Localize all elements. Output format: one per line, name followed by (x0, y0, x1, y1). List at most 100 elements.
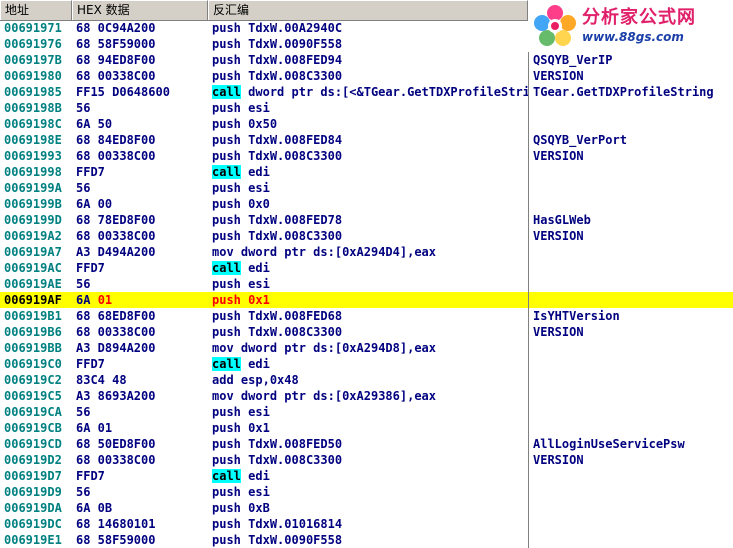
address-cell: 006919AC (4, 261, 62, 275)
disasm-cell: push TdxW.0090F558 (208, 532, 528, 548)
table-row[interactable]: 006919D7 FFD7 call edi (0, 468, 733, 484)
hex-bytes: 6A 00 (76, 197, 113, 211)
table-row[interactable]: 006919B6 68 00338C00 push TdxW.008C3300 VER… (0, 324, 733, 340)
disasm-cell: push esi (208, 484, 528, 500)
operand: TdxW.008FED94 (248, 53, 343, 67)
header-disasm[interactable]: 反汇编 (208, 0, 528, 20)
hex-bytes: 68 00338C00 (76, 229, 156, 243)
comment-cell (528, 244, 733, 260)
table-row[interactable]: 0069198C 6A 50 push 0x50 (0, 116, 733, 132)
comment-cell (528, 532, 733, 548)
disasm-cell: push TdxW.008C3300 (208, 324, 528, 340)
table-row-selected[interactable]: 006919AF 6A 01 push 0x1 (0, 292, 733, 308)
comment-cell: QSQYB_VerIP (528, 52, 733, 68)
table-row[interactable]: 00691998 FFD7 call edi (0, 164, 733, 180)
table-row[interactable]: 0069198E 68 84ED8F00 push TdxW.008FED84 QSQ… (0, 132, 733, 148)
hex-bytes: A3 D494A200 (76, 245, 156, 259)
table-row[interactable]: 006919A7 A3 D494A200 mov dword ptr ds:[0xA… (0, 244, 733, 260)
disasm-cell: push TdxW.008FED78 (208, 212, 528, 228)
table-row[interactable]: 006919C2 83C4 48 add esp,0x48 (0, 372, 733, 388)
table-row[interactable]: 006919CB 6A 01 push 0x1 (0, 420, 733, 436)
header-address[interactable]: 地址 (0, 0, 72, 20)
hex-cell: FFD7 (72, 164, 208, 180)
mnemonic: push (212, 213, 241, 227)
table-row[interactable]: 006919AC FFD7 call edi (0, 260, 733, 276)
mnemonic: add (212, 373, 234, 387)
operand: TdxW.008C3300 (248, 453, 343, 467)
hex-cell: 68 00338C00 (72, 452, 208, 468)
disasm-cell: push TdxW.008FED50 (208, 436, 528, 452)
hex-cell: 68 00338C00 (72, 68, 208, 84)
header-hex[interactable]: HEX 数据 (72, 0, 208, 20)
comment-cell (528, 164, 733, 180)
hex-bytes: 68 14680101 (76, 517, 156, 531)
hex-bytes: 68 58F59000 (76, 37, 156, 51)
address-cell: 006919DC (4, 517, 62, 531)
address-cell: 006919BB (4, 341, 62, 355)
mnemonic: push (212, 133, 241, 147)
address-cell: 006919C5 (4, 389, 62, 403)
table-row[interactable]: 00691993 68 00338C00 push TdxW.008C3300 VER… (0, 148, 733, 164)
table-row[interactable]: 006919DC 68 14680101 push TdxW.01016814 (0, 516, 733, 532)
table-row[interactable]: 006919C5 A3 8693A200 mov dword ptr ds:[0xA… (0, 388, 733, 404)
mnemonic: push (212, 325, 241, 339)
disasm-cell: call edi (208, 356, 528, 372)
address-cell: 00691971 (4, 21, 62, 35)
mnemonic: push (212, 53, 241, 67)
disasm-cell: push 0x1 (208, 420, 528, 436)
table-row[interactable]: 006919D9 56 push esi (0, 484, 733, 500)
mnemonic: push (212, 101, 241, 115)
flower-logo-icon (534, 5, 576, 46)
table-row[interactable]: 0069198B 56 push esi (0, 100, 733, 116)
address-cell: 0069198E (4, 133, 62, 147)
disasm-cell: push 0x0 (208, 196, 528, 212)
table-row[interactable]: 006919CA 56 push esi (0, 404, 733, 420)
operand: dword ptr ds:[0xA294D8],eax (240, 341, 436, 355)
hex-bytes: 56 (76, 101, 91, 115)
table-row[interactable]: 0069199A 56 push esi (0, 180, 733, 196)
table-row[interactable]: 0069199B 6A 00 push 0x0 (0, 196, 733, 212)
table-row[interactable]: 006919C0 FFD7 call edi (0, 356, 733, 372)
hex-cell: 56 (72, 484, 208, 500)
address-cell: 006919D9 (4, 485, 62, 499)
comment-cell (528, 196, 733, 212)
table-row[interactable]: 006919AE 56 push esi (0, 276, 733, 292)
hex-bytes: 68 00338C00 (76, 325, 156, 339)
table-row[interactable]: 006919A2 68 00338C00 push TdxW.008C3300 VER… (0, 228, 733, 244)
address-cell: 00691985 (4, 85, 62, 99)
address-cell: 0069198C (4, 117, 62, 131)
operand: TdxW.0090F558 (248, 37, 343, 51)
address-cell: 006919CB (4, 421, 62, 435)
operand: edi (248, 261, 270, 275)
mnemonic: push (212, 309, 241, 323)
table-row[interactable]: 006919D2 68 00338C00 push TdxW.008C3300 VER… (0, 452, 733, 468)
disasm-cell: push TdxW.008FED94 (208, 52, 528, 68)
table-row[interactable]: 0069199D 68 78ED8F00 push TdxW.008FED78 Has… (0, 212, 733, 228)
mnemonic: push (212, 117, 241, 131)
address-cell: 0069198B (4, 101, 62, 115)
operand: edi (248, 469, 270, 483)
hex-bytes: FFD7 (76, 469, 105, 483)
mnemonic: push (212, 181, 241, 195)
comment-cell (528, 276, 733, 292)
table-row[interactable]: 006919DA 6A 0B push 0xB (0, 500, 733, 516)
table-row[interactable]: 0069197B 68 94ED8F00 push TdxW.008FED94 QSQ… (0, 52, 733, 68)
hex-cell: 68 00338C00 (72, 228, 208, 244)
hex-bytes: FFD7 (76, 165, 105, 179)
table-row[interactable]: 006919BB A3 D894A200 mov dword ptr ds:[0xA… (0, 340, 733, 356)
table-row[interactable]: 00691980 68 00338C00 push TdxW.008C3300 VER… (0, 68, 733, 84)
address-cell: 00691998 (4, 165, 62, 179)
table-row[interactable]: 006919E1 68 58F59000 push TdxW.0090F558 (0, 532, 733, 548)
disasm-cell: push TdxW.008C3300 (208, 148, 528, 164)
hex-bytes: 56 (76, 405, 91, 419)
table-row[interactable]: 006919CD 68 50ED8F00 push TdxW.008FED50 All… (0, 436, 733, 452)
code-listing[interactable]: 00691971 68 0C94A200 push TdxW.00A2940C 006… (0, 20, 733, 548)
disasm-cell: push TdxW.008C3300 (208, 68, 528, 84)
hex-cell: 56 (72, 180, 208, 196)
hex-cell: A3 D894A200 (72, 340, 208, 356)
mnemonic: push (212, 149, 241, 163)
hex-bytes: 56 (76, 277, 91, 291)
table-row[interactable]: 00691985 FF15 D0648600 call dword ptr ds:[… (0, 84, 733, 100)
mnemonic: push (212, 21, 241, 35)
table-row[interactable]: 006919B1 68 68ED8F00 push TdxW.008FED68 IsY… (0, 308, 733, 324)
